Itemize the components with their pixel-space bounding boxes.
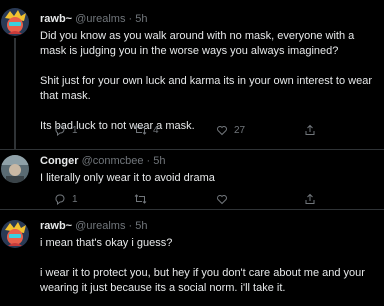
tweet-actions: 1 xyxy=(40,193,340,209)
thread-line xyxy=(14,38,16,150)
tweet-paragraph: Shit just for your own luck and karma it… xyxy=(40,75,372,102)
tweet-3[interactable]: rawb~ @urealms · 5h i mean that's okay i… xyxy=(0,210,384,306)
tweet-text: I literally only wear it to avoid drama xyxy=(40,171,376,186)
avatar-conger[interactable] xyxy=(1,155,29,183)
avatar-rawb-image xyxy=(1,220,29,248)
tweet-paragraph: i mean that's okay i guess? xyxy=(40,237,173,249)
reply-count: 1 xyxy=(72,193,78,205)
share-button[interactable] xyxy=(304,193,316,205)
like-icon xyxy=(217,195,227,205)
author-name[interactable]: rawb~ xyxy=(40,13,72,25)
tweet-paragraph: i wear it to protect you, but hey if you… xyxy=(40,267,365,294)
timestamp[interactable]: 5h xyxy=(153,155,165,167)
tweet-paragraph: I literally only wear it to avoid drama xyxy=(40,172,215,184)
timestamp[interactable]: 5h xyxy=(135,13,147,25)
separator-dot: · xyxy=(146,155,151,167)
like-icon xyxy=(217,126,227,136)
avatar-conger-image xyxy=(1,155,29,183)
author-name[interactable]: rawb~ xyxy=(40,220,72,232)
tweet-header: rawb~ @urealms · 5h xyxy=(40,13,148,25)
retweet-count: 4 xyxy=(153,124,159,136)
retweet-button[interactable]: 4 xyxy=(134,124,159,136)
like-count: 27 xyxy=(234,124,246,136)
avatar-rawb[interactable] xyxy=(1,8,29,36)
separator-dot: · xyxy=(128,220,133,232)
tweet-actions: 1 4 27 xyxy=(40,124,340,140)
reply-button[interactable]: 1 xyxy=(54,193,78,205)
avatar-rawb-image xyxy=(1,8,29,36)
tweet-paragraph: Did you know as you walk around with no … xyxy=(40,30,355,57)
retweet-icon xyxy=(134,194,147,204)
like-button[interactable] xyxy=(216,193,234,205)
retweet-icon xyxy=(134,125,147,135)
author-handle[interactable]: @urealms xyxy=(75,13,125,25)
like-button[interactable]: 27 xyxy=(216,124,245,136)
author-name[interactable]: Conger xyxy=(40,155,79,167)
reply-count: 1 xyxy=(72,124,78,136)
author-handle[interactable]: @conmcbee xyxy=(82,155,144,167)
share-icon xyxy=(305,124,315,135)
tweet-1[interactable]: rawb~ @urealms · 5h Did you know as you … xyxy=(0,0,384,150)
reply-button[interactable]: 1 xyxy=(54,124,78,136)
timestamp[interactable]: 5h xyxy=(135,220,147,232)
share-button[interactable] xyxy=(304,124,316,136)
reply-icon xyxy=(55,125,65,136)
tweet-text: Did you know as you walk around with no … xyxy=(40,29,376,134)
tweet-text: i mean that's okay i guess? i wear it to… xyxy=(40,236,376,296)
share-icon xyxy=(305,193,315,204)
tweet-2[interactable]: Conger @conmcbee · 5h I literally only w… xyxy=(0,150,384,210)
tweet-header: Conger @conmcbee · 5h xyxy=(40,155,166,167)
author-handle[interactable]: @urealms xyxy=(75,220,125,232)
tweet-header: rawb~ @urealms · 5h xyxy=(40,220,148,232)
avatar-rawb[interactable] xyxy=(1,220,29,248)
separator-dot: · xyxy=(128,13,133,25)
retweet-button[interactable] xyxy=(134,193,153,205)
reply-icon xyxy=(55,194,65,205)
